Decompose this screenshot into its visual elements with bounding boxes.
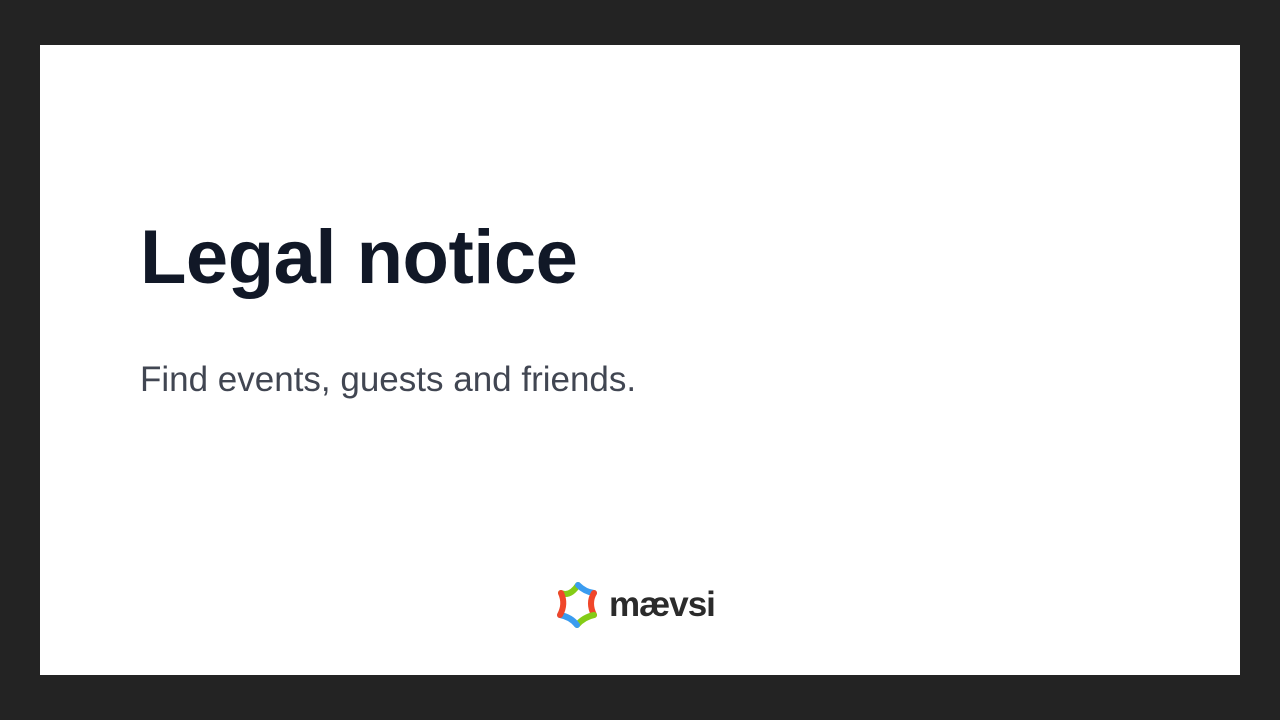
- maevsi-star-logo-icon: [554, 580, 600, 630]
- page-tagline: Find events, guests and friends.: [140, 360, 637, 399]
- brand-name: mævsi: [609, 585, 716, 624]
- preview-card: Legal notice Find events, guests and fri…: [40, 45, 1240, 675]
- page-title: Legal notice: [140, 215, 578, 300]
- brand-logo: mævsi: [554, 580, 716, 630]
